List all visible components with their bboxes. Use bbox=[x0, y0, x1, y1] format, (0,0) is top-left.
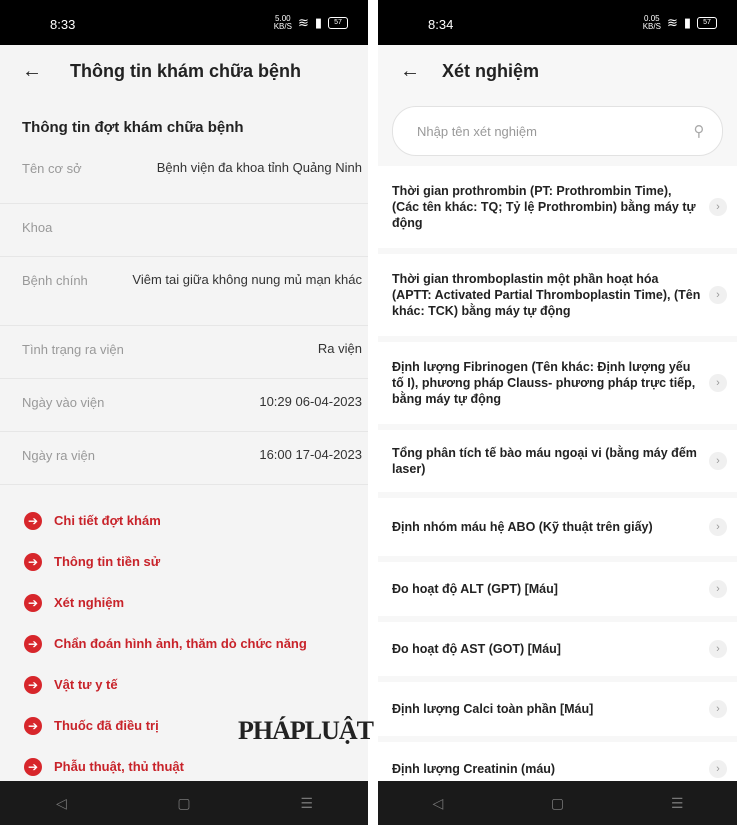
info-row: Bệnh chính Viêm tai giữa không nung mủ mạ… bbox=[0, 257, 368, 326]
chevron-right-icon[interactable]: › bbox=[709, 640, 727, 658]
info-value: Ra viện bbox=[317, 341, 362, 356]
section-title: Thông tin đợt khám chữa bệnh bbox=[22, 119, 244, 136]
test-item[interactable]: Định lượng Calci toàn phần [Máu] › bbox=[378, 682, 737, 736]
detail-link-label: Thông tin tiền sử bbox=[54, 554, 161, 569]
info-row: Ngày ra viện 16:00 17-04-2023 bbox=[0, 432, 368, 485]
chevron-right-icon[interactable]: › bbox=[709, 286, 727, 304]
info-value: 10:29 06-04-2023 bbox=[259, 394, 362, 409]
back-arrow-icon[interactable]: ← bbox=[22, 60, 52, 83]
info-label: Ngày ra viện bbox=[22, 448, 95, 463]
detail-link-label: Xét nghiệm bbox=[54, 595, 125, 610]
visit-info-card: Thông tin đợt khám chữa bệnh Tên cơ sở Bệ… bbox=[0, 97, 368, 485]
nav-home-icon[interactable]: ▢ bbox=[527, 795, 587, 812]
test-name: Tổng phân tích tế bào máu ngoại vi (bằng… bbox=[392, 446, 697, 476]
test-item[interactable]: Tổng phân tích tế bào máu ngoại vi (bằng… bbox=[378, 430, 737, 492]
test-item[interactable]: Thời gian prothrombin (PT: Prothrombin T… bbox=[378, 166, 737, 248]
arrow-circle-right-icon: ➔ bbox=[24, 511, 42, 530]
nav-back-icon[interactable]: ◁ bbox=[31, 795, 91, 812]
arrow-circle-right-icon: ➔ bbox=[24, 552, 42, 571]
battery-icon: 57 bbox=[328, 17, 348, 29]
chevron-right-icon[interactable]: › bbox=[709, 452, 727, 470]
test-name: Định nhóm máu hệ ABO (Kỹ thuật trên giấy… bbox=[392, 520, 653, 534]
chevron-right-icon[interactable]: › bbox=[709, 518, 727, 536]
test-name: Thời gian prothrombin (PT: Prothrombin T… bbox=[392, 184, 696, 230]
page-title: Xét nghiệm bbox=[442, 60, 540, 81]
search-input[interactable] bbox=[415, 122, 686, 140]
info-value: Viêm tai giữa không nung mủ mạn khác bbox=[132, 272, 362, 287]
nav-home-icon[interactable]: ▢ bbox=[154, 795, 214, 812]
detail-link[interactable]: ➔ Chi tiết đợt khám bbox=[0, 500, 368, 541]
detail-link[interactable]: ➔ Xét nghiệm bbox=[0, 582, 368, 623]
test-name: Đo hoạt độ AST (GOT) [Máu] bbox=[392, 642, 561, 656]
app-bar: ← Xét nghiệm bbox=[378, 45, 737, 97]
info-row: Tình trạng ra viện Ra viện bbox=[0, 326, 368, 379]
info-label: Tình trạng ra viện bbox=[22, 342, 124, 357]
chevron-right-icon[interactable]: › bbox=[709, 700, 727, 718]
test-name: Thời gian thromboplastin một phần hoạt h… bbox=[392, 272, 701, 318]
nav-menu-icon[interactable]: ☰ bbox=[647, 795, 707, 812]
wifi-icon: ≋ bbox=[666, 15, 678, 30]
detail-link[interactable]: ➔ Thông tin tiền sử bbox=[0, 541, 368, 582]
chevron-right-icon[interactable]: › bbox=[709, 760, 727, 778]
test-name: Định lượng Calci toàn phần [Máu] bbox=[392, 702, 594, 716]
right-screen: 8:34 0.05 KB/S ≋ ▮ 57 ← Xét nghiệm ⚲ Thờ… bbox=[378, 0, 737, 825]
status-time: 8:34 bbox=[428, 17, 454, 32]
search-icon[interactable]: ⚲ bbox=[686, 122, 712, 140]
detail-link[interactable]: ➔ Vật tư y tế bbox=[0, 664, 368, 705]
chevron-right-icon[interactable]: › bbox=[709, 198, 727, 216]
status-bar: 8:34 0.05 KB/S ≋ ▮ 57 bbox=[378, 0, 737, 45]
info-label: Tên cơ sở bbox=[22, 161, 82, 176]
wifi-icon: ≋ bbox=[297, 15, 309, 30]
info-row: Ngày vào viện 10:29 06-04-2023 bbox=[0, 379, 368, 432]
test-item[interactable]: Định nhóm máu hệ ABO (Kỹ thuật trên giấy… bbox=[378, 498, 737, 556]
arrow-circle-right-icon: ➔ bbox=[24, 634, 42, 653]
detail-link-label: Thuốc đã điều trị bbox=[54, 718, 159, 733]
test-name: Định lượng Creatinin (máu) bbox=[392, 762, 556, 776]
net-speed: 0.05 KB/S bbox=[642, 14, 661, 31]
status-icons: 0.05 KB/S ≋ ▮ 57 bbox=[643, 15, 717, 31]
test-item[interactable]: Thời gian thromboplastin một phần hoạt h… bbox=[378, 254, 737, 336]
test-item[interactable]: Đo hoạt độ ALT (GPT) [Máu] › bbox=[378, 562, 737, 616]
test-list: Thời gian prothrombin (PT: Prothrombin T… bbox=[378, 166, 737, 802]
watermark-logo: PHÁPLUẬT bbox=[238, 716, 374, 745]
system-nav-bar: ◁ ▢ ☰ bbox=[378, 781, 737, 825]
status-icons: 5.00 KB/S ≋ ▮ 57 bbox=[274, 15, 348, 31]
signal-icon: ▮ bbox=[314, 15, 322, 30]
battery-icon: 57 bbox=[697, 17, 717, 29]
arrow-circle-right-icon: ➔ bbox=[24, 716, 42, 735]
test-item[interactable]: Đo hoạt độ AST (GOT) [Máu] › bbox=[378, 622, 737, 676]
info-label: Bệnh chính bbox=[22, 273, 88, 288]
detail-link-label: Chi tiết đợt khám bbox=[54, 513, 161, 528]
detail-link-label: Vật tư y tế bbox=[54, 677, 118, 692]
info-row: Tên cơ sở Bệnh viện đa khoa tỉnh Quảng Ni… bbox=[0, 145, 368, 204]
net-speed: 5.00 KB/S bbox=[273, 14, 292, 31]
nav-back-icon[interactable]: ◁ bbox=[408, 795, 468, 812]
info-value: 16:00 17-04-2023 bbox=[259, 447, 362, 462]
status-time: 8:33 bbox=[50, 17, 76, 32]
chevron-right-icon[interactable]: › bbox=[709, 580, 727, 598]
signal-icon: ▮ bbox=[683, 15, 691, 30]
test-item[interactable]: Định lượng Fibrinogen (Tên khác: Định lư… bbox=[378, 342, 737, 424]
info-label: Khoa bbox=[22, 220, 53, 235]
detail-link[interactable]: ➔ Chẩn đoán hình ảnh, thăm dò chức năng bbox=[0, 623, 368, 664]
arrow-circle-right-icon: ➔ bbox=[24, 675, 42, 694]
app-bar: ← Thông tin khám chữa bệnh bbox=[0, 45, 368, 97]
system-nav-bar: ◁ ▢ ☰ bbox=[0, 781, 368, 825]
search-box: ⚲ bbox=[392, 106, 723, 156]
chevron-right-icon[interactable]: › bbox=[709, 374, 727, 392]
test-name: Định lượng Fibrinogen (Tên khác: Định lư… bbox=[392, 360, 696, 406]
detail-link-label: Phẫu thuật, thủ thuật bbox=[54, 759, 184, 774]
info-row: Khoa bbox=[0, 204, 368, 257]
test-name: Đo hoạt độ ALT (GPT) [Máu] bbox=[392, 582, 558, 596]
info-value: Bệnh viện đa khoa tỉnh Quảng Ninh bbox=[156, 160, 362, 175]
info-label: Ngày vào viện bbox=[22, 395, 105, 410]
status-bar: 8:33 5.00 KB/S ≋ ▮ 57 bbox=[0, 0, 368, 45]
detail-link-label: Chẩn đoán hình ảnh, thăm dò chức năng bbox=[54, 636, 307, 651]
arrow-circle-right-icon: ➔ bbox=[24, 757, 42, 776]
arrow-circle-right-icon: ➔ bbox=[24, 593, 42, 612]
nav-menu-icon[interactable]: ☰ bbox=[277, 795, 337, 812]
page-title: Thông tin khám chữa bệnh bbox=[70, 60, 302, 81]
back-arrow-icon[interactable]: ← bbox=[400, 60, 430, 83]
left-screen: 8:33 5.00 KB/S ≋ ▮ 57 ← Thông tin khám c… bbox=[0, 0, 368, 825]
